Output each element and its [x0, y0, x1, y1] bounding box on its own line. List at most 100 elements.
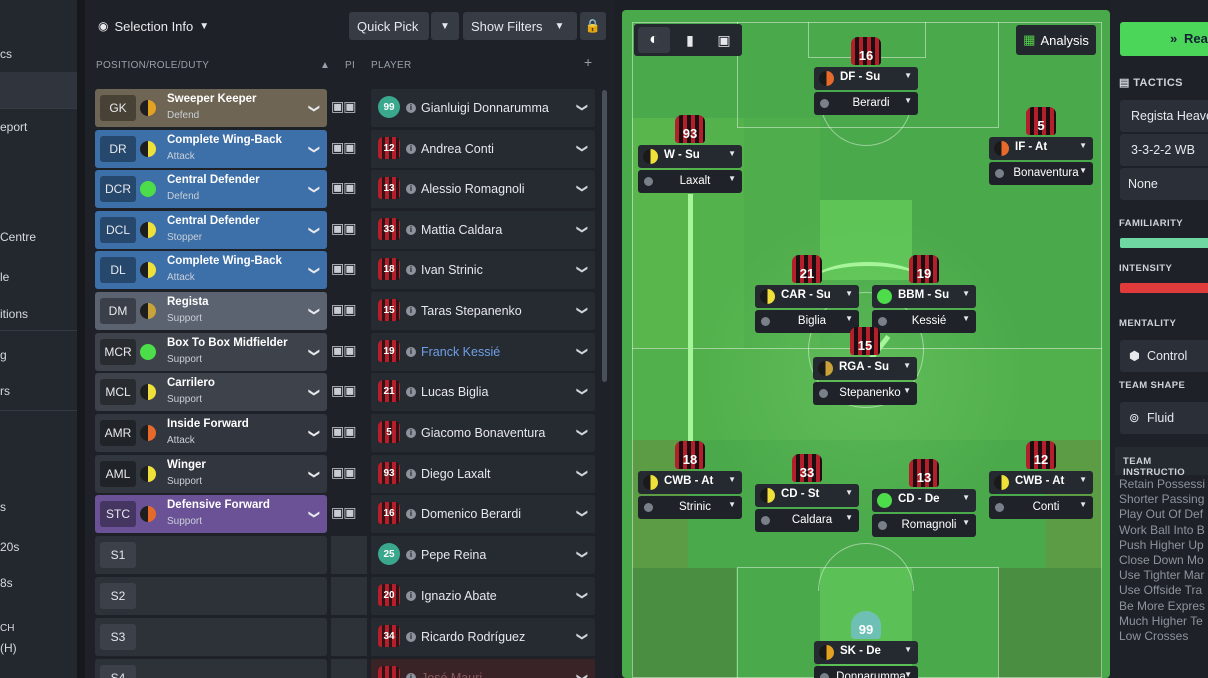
player-card[interactable]: RGA - Su ▼ Stepanenko ▼: [813, 357, 917, 415]
instruction-item[interactable]: Shorter Passing: [1119, 492, 1204, 506]
player-cell[interactable]: 25 i Pepe Reina ❯: [371, 536, 595, 574]
player-cell[interactable]: 16 i Domenico Berardi ❯: [371, 495, 595, 533]
player-name-selector[interactable]: Kessié ▼: [872, 310, 976, 333]
table-row[interactable]: DL Complete Wing-Back Attack ❯ ▣▣ 18 i Ivan Str…: [95, 251, 595, 289]
player-cell[interactable]: 33 i Mattia Caldara ❯: [371, 211, 595, 249]
player-name[interactable]: Ricardo Rodríguez: [421, 630, 525, 644]
player-name[interactable]: Domenico Berardi: [421, 507, 521, 521]
chevron-down-icon[interactable]: ❯: [308, 510, 321, 519]
player-role-selector[interactable]: CWB - At ▼: [638, 471, 742, 494]
player-role-selector[interactable]: W - Su ▼: [638, 145, 742, 168]
role-cell[interactable]: STC Defensive Forward Support ❯: [95, 495, 327, 533]
chevron-down-icon[interactable]: ❯: [576, 347, 589, 356]
player-card[interactable]: BBM - Su ▼ Kessié ▼: [872, 285, 976, 343]
jersey-icon[interactable]: 93: [675, 115, 705, 143]
player-card[interactable]: CD - St ▼ Caldara ▼: [755, 484, 859, 542]
player-name[interactable]: Ivan Strinic: [421, 263, 483, 277]
info-icon[interactable]: i: [406, 265, 416, 275]
table-row[interactable]: DCL Central Defender Stopper ❯ ▣▣ 33 i Mattia C…: [95, 211, 595, 249]
info-icon[interactable]: i: [406, 184, 416, 194]
player-instructions-icon[interactable]: ▣▣: [331, 382, 365, 402]
column-header-player[interactable]: PLAYER: [371, 60, 412, 71]
table-row[interactable]: DCR Central Defender Defend ❯ ▣▣ 13 i Alessio R…: [95, 170, 595, 208]
nav-item[interactable]: CH: [0, 623, 14, 634]
player-card[interactable]: DF - Su ▼ Berardi ▼: [814, 67, 918, 125]
player-role-selector[interactable]: CAR - Su ▼: [755, 285, 859, 308]
player-name-selector[interactable]: Laxalt ▼: [638, 170, 742, 193]
chevron-down-icon[interactable]: ❯: [576, 509, 589, 518]
chevron-down-icon[interactable]: ❯: [308, 429, 321, 438]
role-cell[interactable]: DL Complete Wing-Back Attack ❯: [95, 251, 327, 289]
instruction-item[interactable]: Close Down Mo: [1119, 553, 1204, 567]
chevron-down-icon[interactable]: ❯: [308, 226, 321, 235]
formation-selector[interactable]: 3-3-2-2 WB: [1120, 134, 1208, 166]
player-card[interactable]: IF - At ▼ Bonaventura ▼: [989, 137, 1093, 195]
chevron-down-icon[interactable]: ❯: [576, 225, 589, 234]
info-icon[interactable]: i: [406, 306, 416, 316]
player-name[interactable]: José Mauri: [421, 671, 482, 678]
player-instructions-icon[interactable]: ▣▣: [331, 464, 365, 484]
player-cell[interactable]: 99 i Gianluigi Donnarumma ❯: [371, 89, 595, 127]
instruction-item[interactable]: Work Ball Into B: [1119, 523, 1205, 537]
info-icon[interactable]: i: [406, 428, 416, 438]
jersey-icon[interactable]: 13: [909, 459, 939, 487]
chevron-down-icon[interactable]: ❯: [576, 265, 589, 274]
board-icon[interactable]: ▣: [708, 27, 740, 53]
role-cell[interactable]: GK Sweeper Keeper Defend ❯: [95, 89, 327, 127]
nav-item[interactable]: eport: [0, 120, 27, 134]
player-name[interactable]: Diego Laxalt: [421, 467, 491, 481]
table-row[interactable]: STC Defensive Forward Support ❯ ▣▣ 16 i Domenic…: [95, 495, 595, 533]
sub-row[interactable]: S1 25 i Pepe Reina ❯: [95, 536, 595, 574]
player-card[interactable]: CD - De ▼ Romagnoli ▼: [872, 489, 976, 547]
chevron-down-icon[interactable]: ❯: [576, 428, 589, 437]
jersey-icon[interactable]: 18: [675, 441, 705, 469]
player-cell[interactable]: 18 i Ivan Strinic ❯: [371, 251, 595, 289]
player-card[interactable]: W - Su ▼ Laxalt ▼: [638, 145, 742, 203]
player-card[interactable]: CWB - At ▼ Conti ▼: [989, 471, 1093, 529]
player-cell[interactable]: 20 i Ignazio Abate ❯: [371, 577, 595, 615]
player-name[interactable]: Gianluigi Donnarumma: [421, 101, 549, 115]
chevron-down-icon[interactable]: ❯: [576, 673, 589, 678]
team-shape-selector[interactable]: ⊚ Fluid: [1120, 402, 1208, 434]
player-card[interactable]: CWB - At ▼ Strinic ▼: [638, 471, 742, 529]
info-icon[interactable]: i: [406, 144, 416, 154]
add-column-icon[interactable]: +: [584, 54, 592, 70]
ready-button[interactable]: » Rea: [1120, 22, 1208, 56]
instruction-item[interactable]: Push Higher Up: [1119, 538, 1204, 552]
role-cell[interactable]: MCR Box To Box Midfielder Support ❯: [95, 333, 327, 371]
player-role-selector[interactable]: RGA - Su ▼: [813, 357, 917, 380]
chevron-down-icon[interactable]: ❯: [576, 632, 589, 641]
column-header-role[interactable]: POSITION/ROLE/DUTY: [96, 60, 209, 71]
chevron-down-icon[interactable]: ❯: [576, 550, 589, 559]
jersey-icon[interactable]: 15: [850, 327, 880, 355]
nav-item[interactable]: g: [0, 348, 7, 362]
instruction-item[interactable]: Retain Possessi: [1119, 477, 1205, 491]
instruction-item[interactable]: Be More Expres: [1119, 599, 1205, 613]
nav-item[interactable]: rs: [0, 384, 10, 398]
jersey-icon[interactable]: 12: [1026, 441, 1056, 469]
chevron-down-icon[interactable]: ❯: [576, 103, 589, 112]
nav-item[interactable]: cs: [0, 47, 12, 61]
chevron-down-icon[interactable]: ❯: [308, 266, 321, 275]
player-name-selector[interactable]: Caldara ▼: [755, 509, 859, 532]
player-cell[interactable]: i José Mauri ❯: [371, 659, 595, 678]
sub-row[interactable]: S2 20 i Ignazio Abate ❯: [95, 577, 595, 615]
player-name-selector[interactable]: Conti ▼: [989, 496, 1093, 519]
chevron-down-icon[interactable]: ❯: [308, 185, 321, 194]
player-name-selector[interactable]: Romagnoli ▼: [872, 514, 976, 537]
player-cell[interactable]: 21 i Lucas Biglia ❯: [371, 373, 595, 411]
chevron-down-icon[interactable]: ❯: [308, 145, 321, 154]
player-name[interactable]: Lucas Biglia: [421, 385, 488, 399]
player-cell[interactable]: 93 i Diego Laxalt ❯: [371, 455, 595, 493]
info-icon[interactable]: i: [406, 509, 416, 519]
info-icon[interactable]: i: [406, 347, 416, 357]
player-cell[interactable]: 12 i Andrea Conti ❯: [371, 130, 595, 168]
player-instructions-icon[interactable]: ▣▣: [331, 301, 365, 321]
jersey-icon[interactable]: 16: [851, 37, 881, 65]
player-instructions-icon[interactable]: ▣▣: [331, 504, 365, 524]
info-icon[interactable]: i: [406, 591, 416, 601]
player-name[interactable]: Taras Stepanenko: [421, 304, 522, 318]
bar-chart-icon[interactable]: ▮: [674, 27, 706, 53]
table-row[interactable]: AML Winger Support ❯ ▣▣ 93 i Diego Laxalt ❯: [95, 455, 595, 493]
player-name[interactable]: Franck Kessié: [421, 345, 500, 359]
